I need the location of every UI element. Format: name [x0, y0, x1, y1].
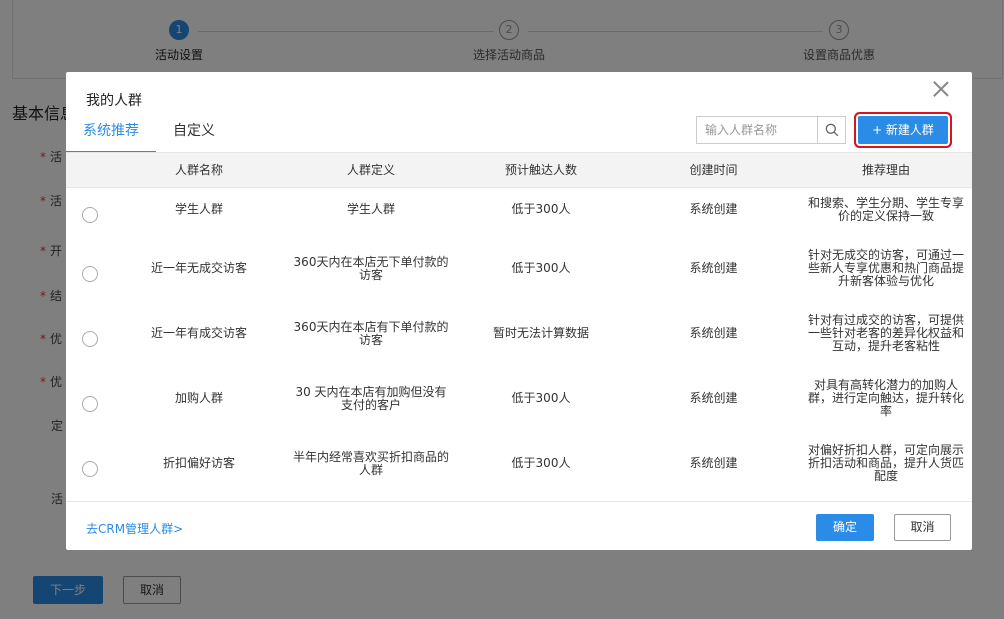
row-radio[interactable] — [82, 266, 98, 282]
cell-name: 折扣偏好访客 — [162, 456, 235, 470]
table-body: 学生人群 学生人群 低于300人 系统创建 和搜索、学生分期、学生专享价的定义保… — [66, 188, 972, 502]
table-row[interactable]: 学生人群 学生人群 低于300人 系统创建 和搜索、学生分期、学生专享价的定义保… — [66, 188, 972, 242]
cell-name: 学生人群 — [174, 202, 223, 216]
audience-table: 人群名称 人群定义 预计触达人数 创建时间 推荐理由 学生人群 学生人群 低于3… — [66, 152, 972, 502]
cell-reason: 针对有过成交的访客，可提供一些针对老客的差异化权益和互动，提升老客粘性 — [807, 313, 964, 353]
cell-definition: 半年内经常喜欢买折扣商品的人群 — [292, 449, 449, 477]
cell-definition: 360天内在本店无下单付款的访客 — [293, 254, 449, 282]
cell-created: 系统创建 — [689, 202, 738, 216]
modal-title: 我的人群 — [86, 93, 142, 109]
cell-definition: 学生人群 — [346, 202, 395, 216]
tab-system-recommend[interactable]: 系统推荐 — [83, 120, 139, 140]
cell-reach: 低于300人 — [511, 261, 571, 275]
cell-name: 加购人群 — [174, 391, 223, 405]
column-header: 创建时间 — [689, 163, 738, 177]
cell-created: 系统创建 — [689, 261, 738, 275]
row-radio[interactable] — [82, 396, 98, 412]
cell-reach: 低于300人 — [511, 391, 571, 405]
cell-created: 系统创建 — [689, 456, 738, 470]
column-header: 人群名称 — [174, 163, 223, 177]
cell-reason: 和搜索、学生分期、学生专享价的定义保持一致 — [807, 195, 964, 223]
cell-reason: 对偏好折扣人群，可定向展示折扣活动和商品，提升人货匹配度 — [807, 443, 964, 483]
table-row[interactable]: 近一年无成交访客 360天内在本店无下单付款的访客 低于300人 系统创建 针对… — [66, 236, 972, 301]
cell-definition: 360天内在本店有下单付款的访客 — [293, 319, 449, 347]
cell-definition: 30 天内在本店有加购但没有支付的客户 — [295, 384, 447, 412]
cell-name: 近一年有成交访客 — [150, 326, 247, 340]
column-header: 预计触达人数 — [504, 163, 577, 177]
cell-reach: 暂时无法计算数据 — [492, 326, 589, 340]
search-button[interactable] — [817, 117, 845, 143]
row-radio[interactable] — [82, 207, 98, 223]
table-row[interactable]: 加购人群 30 天内在本店有加购但没有支付的客户 低于300人 系统创建 对具有… — [66, 366, 972, 431]
search-box — [696, 116, 846, 144]
column-header: 人群定义 — [346, 163, 395, 177]
cell-name: 近一年无成交访客 — [150, 261, 247, 275]
crm-manage-link[interactable]: 去CRM管理人群> — [86, 520, 183, 537]
table-header: 人群名称 人群定义 预计触达人数 创建时间 推荐理由 — [66, 152, 972, 188]
cell-reach: 低于300人 — [511, 456, 571, 470]
modal-cancel-button[interactable]: 取消 — [894, 514, 951, 541]
cell-created: 系统创建 — [689, 391, 738, 405]
cell-reason: 针对无成交的访客，可通过一些新人专享优惠和热门商品提升新客体验与优化 — [807, 248, 964, 288]
search-icon — [825, 123, 839, 137]
table-row[interactable]: 近一年有成交访客 360天内在本店有下单付款的访客 暂时无法计算数据 系统创建 … — [66, 301, 972, 366]
audience-modal: 我的人群 系统推荐 自定义 + 新建人群 人群名称 人群定义 预计触达人数 创建… — [66, 72, 972, 550]
row-radio[interactable] — [82, 331, 98, 347]
cell-reason: 对具有高转化潜力的加购人群，进行定向触达，提升转化率 — [807, 378, 964, 418]
tab-custom[interactable]: 自定义 — [173, 120, 215, 140]
cell-reach: 低于300人 — [511, 202, 571, 216]
new-audience-button[interactable]: + 新建人群 — [858, 116, 948, 144]
confirm-button[interactable]: 确定 — [816, 514, 874, 541]
modal-footer: 去CRM管理人群> 确定 取消 — [66, 501, 972, 550]
table-row[interactable]: 折扣偏好访客 半年内经常喜欢买折扣商品的人群 低于300人 系统创建 对偏好折扣… — [66, 431, 972, 496]
cell-created: 系统创建 — [689, 326, 738, 340]
close-icon[interactable] — [932, 80, 950, 98]
row-radio[interactable] — [82, 461, 98, 477]
search-input[interactable] — [697, 117, 817, 143]
column-header: 推荐理由 — [861, 163, 910, 177]
